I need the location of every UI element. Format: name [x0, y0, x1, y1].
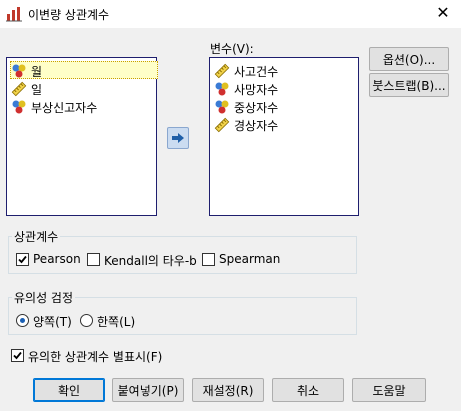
scale-icon [214, 117, 230, 133]
reset-button[interactable]: 재설정(R) [192, 378, 264, 402]
close-icon[interactable]: ✕ [435, 4, 451, 22]
nominal-icon [215, 100, 229, 114]
pearson-checkbox[interactable] [16, 253, 29, 266]
list-item[interactable]: 사고건수 [214, 62, 278, 80]
flag-significant-label[interactable]: 유의한 상관계수 별표시(F) [28, 348, 162, 365]
checkmark-icon [18, 255, 27, 264]
variables-label: 변수(V): [210, 42, 254, 56]
app-icon [6, 7, 22, 22]
window-title: 이변량 상관계수 [28, 8, 110, 22]
list-item[interactable]: 중상자수 [214, 98, 278, 116]
kendall-checkbox[interactable] [87, 253, 100, 266]
kendall-label[interactable]: Kendall의 타우-b [104, 252, 197, 269]
two-tailed-label[interactable]: 양쪽(T) [33, 313, 72, 330]
list-item[interactable]: 일 [11, 80, 42, 98]
options-button[interactable]: 옵션(O)... [369, 47, 449, 71]
list-item[interactable]: 경상자수 [214, 116, 278, 134]
source-variable-list[interactable]: 월 일 부상신고자수 [6, 57, 158, 216]
move-right-button[interactable] [167, 127, 189, 149]
scale-icon [11, 81, 27, 97]
title-bar: 이변량 상관계수 ✕ [0, 0, 461, 28]
scale-icon [214, 63, 230, 79]
nominal-icon [12, 64, 26, 78]
list-item[interactable]: 부상신고자수 [11, 98, 97, 116]
two-tailed-radio[interactable] [16, 314, 29, 327]
list-item[interactable]: 사망자수 [214, 80, 278, 98]
checkmark-icon [13, 351, 22, 360]
list-item[interactable]: 월 [11, 62, 42, 80]
paste-button[interactable]: 붙여넣기(P) [112, 378, 184, 402]
bootstrap-button[interactable]: 붓스트랩(B)... [369, 73, 449, 97]
cancel-button[interactable]: 취소 [272, 378, 344, 402]
one-tailed-radio[interactable] [80, 314, 93, 327]
nominal-icon [12, 100, 26, 114]
arrow-right-icon [172, 133, 184, 143]
flag-significant-checkbox[interactable] [11, 349, 24, 362]
pearson-label[interactable]: Pearson [33, 252, 81, 266]
help-button[interactable]: 도움말 [352, 378, 426, 402]
spearman-label[interactable]: Spearman [219, 252, 280, 266]
nominal-icon [215, 82, 229, 96]
one-tailed-label[interactable]: 한쪽(L) [97, 313, 135, 330]
significance-group-title: 유의성 검정 [12, 289, 76, 306]
correlation-group-title: 상관계수 [12, 228, 61, 245]
spearman-checkbox[interactable] [202, 253, 215, 266]
ok-button[interactable]: 확인 [33, 378, 105, 402]
variables-list[interactable]: 사고건수 사망자수 중상자수 경상자수 [209, 57, 359, 216]
